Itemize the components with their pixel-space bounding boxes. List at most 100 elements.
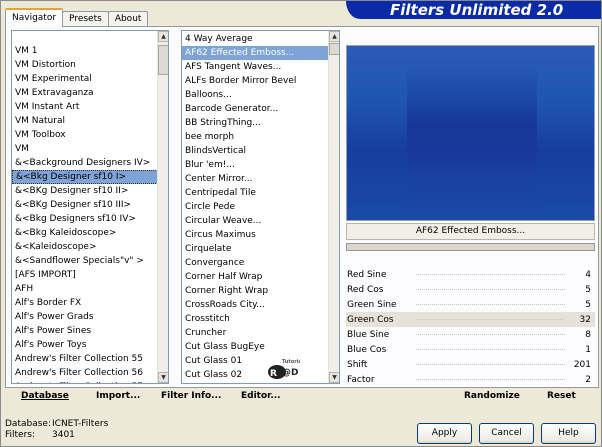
param-row[interactable]: Blue Cos 1 xyxy=(346,342,595,357)
filter-item[interactable]: Circle Pede xyxy=(182,200,339,214)
filter-item[interactable]: AF62 Effected Emboss... xyxy=(182,46,339,60)
category-item[interactable]: VM Natural xyxy=(12,114,168,128)
param-slider[interactable] xyxy=(416,304,565,305)
filter-item[interactable]: bee morph xyxy=(182,130,339,144)
category-item[interactable]: VM Extravaganza xyxy=(12,86,168,100)
import-link[interactable]: Import... xyxy=(96,391,140,401)
category-item[interactable]: Alf's Border FX xyxy=(12,296,168,310)
tutorial-watermark-logo: R @D Tutorial xyxy=(266,356,304,382)
param-row[interactable]: Red Cos 5 xyxy=(346,282,595,297)
scroll-up-icon[interactable]: ▲ xyxy=(158,31,168,42)
category-scrollbar[interactable]: ▲ ▼ xyxy=(157,31,168,383)
filter-item[interactable]: Cut Glass BugEye xyxy=(182,340,339,354)
param-slider[interactable] xyxy=(416,364,565,365)
filter-item[interactable]: Center Mirror... xyxy=(182,172,339,186)
category-item[interactable]: Alf's Power Grads xyxy=(12,310,168,324)
scroll-thumb[interactable] xyxy=(329,43,339,55)
param-slider[interactable] xyxy=(416,349,565,350)
category-item[interactable]: &<BKg Designer sf10 II> xyxy=(12,184,168,198)
tab-navigator[interactable]: Navigator xyxy=(5,8,64,27)
editor-link[interactable]: Editor... xyxy=(241,391,281,401)
category-item[interactable]: Andrew's Filter Collection 56 xyxy=(12,366,168,380)
param-row[interactable]: Shift 201 xyxy=(346,357,595,372)
cancel-button[interactable]: Cancel xyxy=(479,423,534,444)
filter-scrollbar[interactable]: ▲ ▼ xyxy=(328,31,339,383)
param-row[interactable]: Green Sine 5 xyxy=(346,297,595,312)
filter-item[interactable]: AFS Tangent Waves... xyxy=(182,60,339,74)
filter-item[interactable]: Cirquelate xyxy=(182,242,339,256)
category-item[interactable]: VM Instant Art xyxy=(12,100,168,114)
param-row[interactable]: Red Sine 4 xyxy=(346,267,595,282)
filter-item[interactable]: ALFs Border Mirror Bevel xyxy=(182,74,339,88)
filter-item[interactable]: Centripedal Tile xyxy=(182,186,339,200)
filter-item[interactable]: Corner Right Wrap xyxy=(182,284,339,298)
filter-item[interactable]: Corner Half Wrap xyxy=(182,270,339,284)
category-item[interactable]: &<Background Designers IV> xyxy=(12,156,168,170)
filter-item[interactable]: BB StringThing... xyxy=(182,116,339,130)
param-row[interactable]: Blue Sine 8 xyxy=(346,327,595,342)
filter-name-display: AF62 Effected Emboss... xyxy=(346,223,595,240)
database-link[interactable]: Database xyxy=(21,391,69,401)
filter-item[interactable]: Cut Glass 01 xyxy=(182,354,339,368)
parameter-sliders: Red Sine 4 Red Cos 5 Green Sine 5 Green Cos 32 B… xyxy=(346,267,595,387)
tab-strip: Navigator Presets About xyxy=(5,7,149,27)
category-item[interactable]: VM Distortion xyxy=(12,58,168,72)
category-item[interactable]: Alf's Power Sines xyxy=(12,324,168,338)
category-item[interactable]: VM 1 xyxy=(12,44,168,58)
filter-item[interactable]: Cut Glass 02 xyxy=(182,368,339,382)
scroll-up-icon[interactable]: ▲ xyxy=(329,31,339,42)
tab-about[interactable]: About xyxy=(107,11,149,27)
category-item[interactable]: Alf's Power Toys xyxy=(12,338,168,352)
category-list[interactable]: VM 1 VM Distortion VM Experimental VM Extra… xyxy=(11,30,169,384)
filter-item[interactable]: Blur 'em!... xyxy=(182,158,339,172)
tab-presets[interactable]: Presets xyxy=(62,11,109,27)
filter-item[interactable]: Circus Maximus xyxy=(182,228,339,242)
filter-item[interactable]: Convergance xyxy=(182,256,339,270)
category-item[interactable]: VM Experimental xyxy=(12,72,168,86)
filter-item[interactable]: Barcode Generator... xyxy=(182,102,339,116)
param-slider[interactable] xyxy=(416,319,565,320)
param-slider[interactable] xyxy=(416,289,565,290)
filter-info-link[interactable]: Filter Info... xyxy=(161,391,221,401)
category-item[interactable]: &<Sandflower Specials"v" > xyxy=(12,254,168,268)
scroll-down-icon[interactable]: ▼ xyxy=(158,372,168,383)
svg-text:Tutorial: Tutorial xyxy=(282,359,300,365)
param-slider[interactable] xyxy=(416,379,565,380)
reset-link[interactable]: Reset xyxy=(547,391,576,401)
scroll-down-icon[interactable]: ▼ xyxy=(329,372,339,383)
category-item[interactable]: VM xyxy=(12,142,168,156)
param-value: 32 xyxy=(579,314,591,325)
category-item[interactable]: &<Kaleidoscope> xyxy=(12,240,168,254)
filter-item[interactable]: Circular Weave... xyxy=(182,214,339,228)
filter-list[interactable]: 4 Way Average AF62 Effected Emboss... AFS … xyxy=(181,30,340,384)
param-name: Blue Sine xyxy=(347,329,390,340)
apply-button[interactable]: Apply xyxy=(417,423,472,444)
category-item[interactable]: [AFS IMPORT] xyxy=(12,268,168,282)
category-item[interactable]: &<Bkg Designer sf10 I> xyxy=(12,170,168,184)
randomize-link[interactable]: Randomize xyxy=(464,391,520,401)
category-item[interactable]: &<BKg Designer sf10 III> xyxy=(12,198,168,212)
filters-unlimited-window: Navigator Presets About Filters Unlimite… xyxy=(0,0,602,447)
category-item[interactable]: Andrew's Filter Collection 57 xyxy=(12,380,168,383)
filter-item[interactable]: 4 Way Average xyxy=(182,32,339,46)
help-button[interactable]: Help xyxy=(541,423,596,444)
param-slider[interactable] xyxy=(416,274,565,275)
filter-item[interactable]: Crosstitch xyxy=(182,312,339,326)
category-item[interactable]: &<Bkg Designers sf10 IV> xyxy=(12,212,168,226)
filter-item[interactable]: CrossRoads City... xyxy=(182,298,339,312)
status-area: Database: ICNET-Filters Filters: 3401 xyxy=(5,419,108,441)
filter-item[interactable]: Balloons... xyxy=(182,88,339,102)
filter-item[interactable]: Cruncher xyxy=(182,326,339,340)
param-name: Green Cos xyxy=(347,314,394,325)
filter-item[interactable]: Cut Glass 03 xyxy=(182,382,339,383)
filter-item[interactable]: BlindsVertical xyxy=(182,144,339,158)
param-row[interactable]: Factor 2 xyxy=(346,372,595,387)
category-item[interactable]: &<Bkg Kaleidoscope> xyxy=(12,226,168,240)
category-item[interactable]: Andrew's Filter Collection 55 xyxy=(12,352,168,366)
param-value: 8 xyxy=(585,329,591,340)
scroll-thumb[interactable] xyxy=(158,45,168,75)
param-slider[interactable] xyxy=(416,334,565,335)
param-row[interactable]: Green Cos 32 xyxy=(346,312,595,327)
category-item[interactable]: VM Toolbox xyxy=(12,128,168,142)
category-item[interactable]: AFH xyxy=(12,282,168,296)
